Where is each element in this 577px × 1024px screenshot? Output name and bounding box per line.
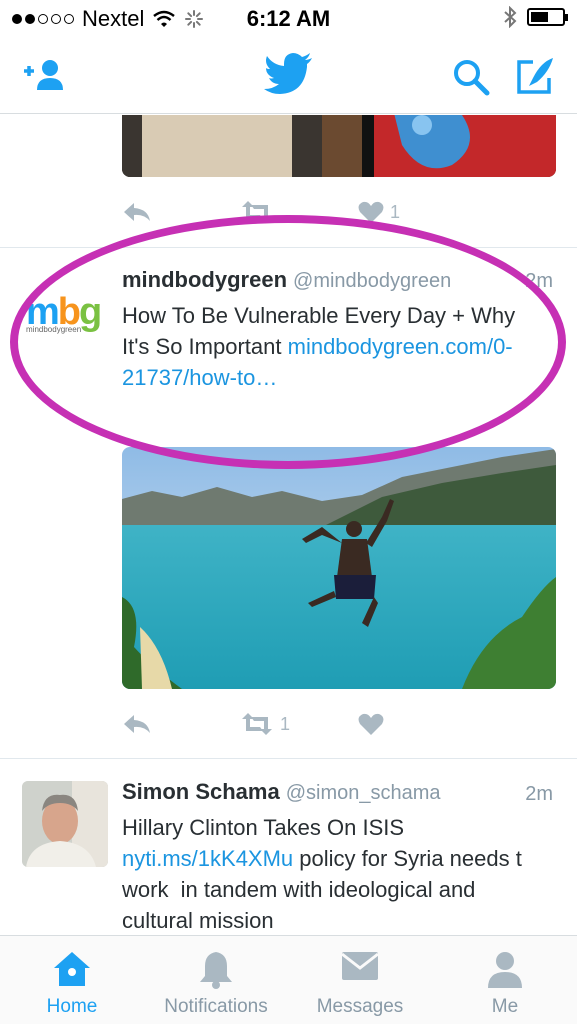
top-nav-bar [0, 38, 577, 114]
tab-messages[interactable]: Messages [288, 936, 432, 1024]
tweet-text-block: How To Be Vulnerable Every Day + Why It'… [122, 300, 522, 393]
tab-notifications[interactable]: Notifications [144, 936, 288, 1024]
tweet-link[interactable]: nyti.ms/1kK4XMu [122, 846, 293, 871]
retweet-button[interactable] [240, 201, 358, 223]
add-user-icon[interactable] [22, 58, 68, 92]
tweet-time: 2m [525, 270, 553, 292]
tweet-actions: 1 [122, 201, 476, 223]
bell-icon [200, 952, 232, 989]
reply-button[interactable] [122, 201, 240, 223]
reply-icon [124, 203, 150, 221]
tweet-time: 2m [525, 783, 553, 805]
artwork-photo [122, 115, 556, 177]
bottom-tab-bar: Home Notifications Messages Me [0, 935, 577, 1024]
tweet-actions: 1 [122, 713, 476, 735]
like-button[interactable]: 1 [358, 201, 476, 223]
user-handle[interactable]: @mindbodygreen [293, 270, 451, 292]
lake-jump-photo [122, 447, 556, 689]
person-icon [488, 952, 522, 988]
retweet-icon [242, 713, 272, 735]
tweet-header: mindbodygreen @mindbodygreen [122, 267, 451, 293]
tab-me[interactable]: Me [433, 936, 577, 1024]
reply-icon [124, 715, 150, 733]
timeline[interactable]: 1 mbg mindbodygreen mindbodygreen @mindbo… [0, 115, 577, 935]
tweet-media-top[interactable] [122, 115, 556, 177]
avatar[interactable] [22, 781, 108, 867]
tweet-text: Hillary Clinton Takes On ISIS [122, 815, 405, 840]
tweet-header: Simon Schama @simon_schama [122, 779, 441, 805]
retweet-icon [242, 201, 272, 223]
bluetooth-icon [504, 6, 517, 28]
battery-icon [527, 8, 568, 26]
tweet-separator [0, 758, 577, 759]
tweet-media[interactable] [122, 447, 556, 689]
search-icon[interactable] [452, 58, 490, 96]
like-button[interactable] [358, 713, 476, 735]
home-icon [54, 952, 90, 986]
retweet-count: 1 [280, 713, 291, 734]
user-name[interactable]: Simon Schama [122, 779, 280, 804]
tab-label: Messages [316, 996, 404, 1017]
status-right [503, 6, 568, 28]
retweet-button[interactable]: 1 [240, 713, 358, 735]
tab-label: Me [491, 996, 519, 1017]
clock: 6:12 AM [246, 6, 331, 31]
reply-button[interactable] [122, 713, 240, 735]
avatar[interactable]: mbg mindbodygreen [26, 293, 106, 334]
tab-home[interactable]: Home [0, 936, 144, 1024]
tab-label: Notifications [164, 996, 268, 1017]
envelope-icon [341, 952, 379, 980]
heart-icon [358, 201, 384, 223]
like-count: 1 [390, 201, 401, 222]
compose-icon[interactable] [515, 56, 557, 96]
heart-icon [358, 713, 384, 735]
tweet-separator [0, 247, 577, 248]
twitter-bird-icon [264, 53, 312, 94]
tweet-text-block: Hillary Clinton Takes On ISIS nyti.ms/1k… [122, 812, 542, 935]
user-name[interactable]: mindbodygreen [122, 267, 287, 292]
user-handle[interactable]: @simon_schama [286, 782, 441, 804]
tab-label: Home [46, 996, 98, 1017]
status-bar: Nextel 6:12 AM [0, 0, 577, 38]
